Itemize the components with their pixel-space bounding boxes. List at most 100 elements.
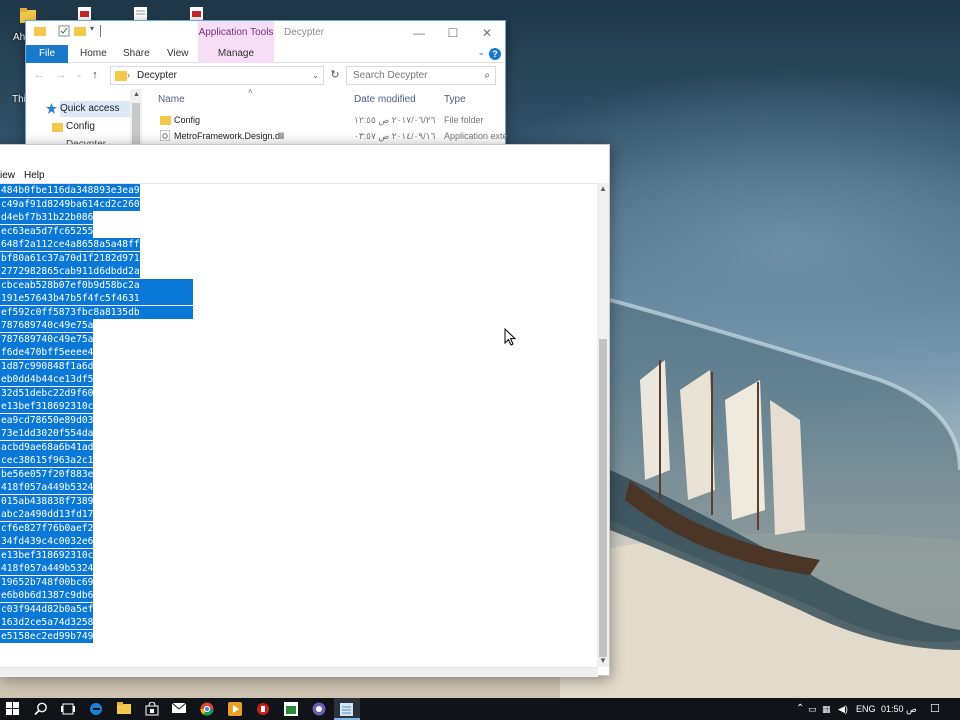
forward-arrow-icon[interactable]: →	[54, 68, 68, 82]
selected-text-line[interactable]: ef592c0ff5873fbc8a8135db	[0, 305, 193, 319]
properties-icon[interactable]	[58, 25, 70, 37]
selected-text-line[interactable]: cf6e827f76b0aef2	[0, 521, 94, 535]
app-circle-button[interactable]	[306, 698, 332, 720]
scroll-up-icon[interactable]: ▲	[133, 91, 140, 98]
desktop-icon-label[interactable]: Thi	[12, 94, 26, 105]
selected-text-line[interactable]: ec63ea5d7fc65255	[0, 224, 94, 238]
search-button[interactable]	[28, 698, 54, 720]
tab-share[interactable]: Share	[123, 45, 150, 63]
tab-file[interactable]: File	[26, 45, 68, 63]
selected-text-line[interactable]: 484b0fbe116da348893e3ea9	[0, 184, 140, 197]
search-input[interactable]: Search Decypter ⌕	[346, 66, 496, 85]
network-icon[interactable]: ▦	[822, 698, 831, 720]
selected-text-line[interactable]: d4ebf7b31b22b086	[0, 211, 94, 224]
menu-help[interactable]: Help	[24, 169, 45, 183]
chrome-icon	[200, 702, 214, 716]
menu-view[interactable]: iew	[0, 169, 15, 183]
scroll-up-icon[interactable]: ▲	[597, 183, 609, 195]
address-path[interactable]: Decypter	[137, 70, 177, 81]
column-type[interactable]: Type	[444, 92, 466, 108]
selected-text-line[interactable]: eb0dd4b44ce13df5	[0, 373, 94, 386]
media-player-icon	[228, 702, 242, 716]
store-button[interactable]	[139, 698, 165, 720]
selected-text-line[interactable]: ea9cd78650e89d03	[0, 413, 94, 427]
selected-text-line[interactable]: e6b0b6d1387c9db6	[0, 589, 94, 602]
explorer-title-bar[interactable]: ▾ Application Tools Decypter — ☐ ✕	[26, 21, 505, 45]
volume-icon[interactable]: ◀)	[838, 698, 848, 720]
desktop-icon-label[interactable]: Ah	[13, 32, 25, 43]
edge-browser-button[interactable]	[83, 698, 109, 720]
selected-text-line[interactable]: c49af91d8249ba614cd2c260	[0, 197, 140, 211]
vertical-scrollbar[interactable]: ▲ ▼	[597, 183, 609, 667]
tab-home[interactable]: Home	[80, 45, 107, 63]
notifications-icon[interactable]: ☐	[930, 698, 940, 720]
selected-text-line[interactable]: 015ab438838f7389	[0, 494, 94, 508]
selected-text-line[interactable]: 32d51debc22d9f60	[0, 386, 94, 400]
text-editor[interactable]: 484b0fbe116da348893e3ea9 c49af91d8249ba61…	[0, 183, 598, 667]
column-date-modified[interactable]: Date modified	[354, 92, 416, 108]
customize-toolbar-icon[interactable]: ▾	[90, 24, 94, 33]
search-icon[interactable]: ⌕	[484, 67, 490, 84]
column-name[interactable]: Name	[158, 92, 185, 108]
task-view-button[interactable]	[55, 698, 81, 720]
address-box[interactable]: › Decypter ⌄	[110, 66, 324, 85]
selected-text-line[interactable]: e13bef318692310c	[0, 400, 94, 413]
chrome-button[interactable]	[194, 698, 220, 720]
nav-quick-access[interactable]: Quick access	[60, 101, 132, 117]
up-arrow-icon[interactable]: ↑	[88, 68, 102, 82]
media-player-button[interactable]	[222, 698, 248, 720]
language-indicator[interactable]: ENG	[856, 698, 876, 720]
selected-text-line[interactable]: acbd9ae68a6b41ad	[0, 440, 94, 454]
new-folder-icon[interactable]	[74, 26, 86, 36]
notepad-title-bar[interactable]	[0, 145, 609, 169]
selected-text-line[interactable]: 34fd439c4c0032e6	[0, 535, 94, 548]
tab-view[interactable]: View	[167, 45, 189, 63]
notepad-window[interactable]: iew Help 484b0fbe116da348893e3ea9 c49af91…	[0, 144, 610, 677]
maximize-button[interactable]: ☐	[439, 23, 467, 43]
scroll-thumb[interactable]	[599, 339, 607, 657]
selected-text-line[interactable]: 2772982865cab911d6dbdd2a	[0, 265, 140, 278]
selected-text-line[interactable]: f6de470bff5eeee4	[0, 346, 94, 359]
tab-manage[interactable]: Manage	[198, 45, 274, 63]
selected-text-line[interactable]: c03f944d82b0a5ef	[0, 602, 94, 616]
horizontal-scrollbar[interactable]	[0, 667, 598, 677]
show-hidden-icons-icon[interactable]: ⌃	[796, 698, 804, 720]
file-name[interactable]: Config	[174, 113, 200, 127]
selected-text-line[interactable]: 1d87c990848f1a6d	[0, 359, 94, 373]
selected-text-line[interactable]: abc2a490dd13fd17	[0, 508, 94, 521]
close-button[interactable]: ✕	[473, 23, 501, 43]
selected-text-line[interactable]: 418f057a449b5324	[0, 562, 94, 575]
start-button[interactable]	[0, 698, 26, 720]
mail-button[interactable]	[166, 698, 192, 720]
selected-text-line[interactable]: 787689740c49e75a	[0, 332, 94, 346]
selected-text-line[interactable]: cec38615f963a2c1	[0, 454, 94, 467]
app-red-button[interactable]	[250, 698, 276, 720]
selected-text-line[interactable]: bf80a61c37a70d1f2182d971	[0, 251, 140, 265]
back-arrow-icon[interactable]: ←	[32, 68, 46, 82]
selected-text-line[interactable]: 787689740c49e75a	[0, 319, 94, 332]
file-explorer-button[interactable]	[111, 698, 137, 720]
file-name[interactable]: MetroFramework.Design.dll	[174, 129, 284, 143]
selected-text-line[interactable]: e5158ec2ed99b749	[0, 629, 94, 643]
minimize-button[interactable]: —	[405, 23, 433, 43]
expand-ribbon-icon[interactable]: ⌄	[477, 47, 485, 58]
selected-text-line[interactable]: 19652b748f00bc69	[0, 575, 94, 589]
address-dropdown-icon[interactable]: ⌄	[312, 67, 319, 84]
clock[interactable]: 01:50 ص	[881, 698, 917, 720]
selected-text-line[interactable]: 73e1dd3020f554da	[0, 427, 94, 440]
selected-text-line[interactable]: be56e057f20f883e	[0, 467, 94, 481]
refresh-icon[interactable]: ↻	[328, 68, 342, 82]
selected-text-line[interactable]: e13bef318692310c	[0, 548, 94, 562]
selected-text-line[interactable]: 648f2a112ce4a8658a5a48ff	[0, 238, 140, 251]
nav-config[interactable]: Config	[66, 119, 95, 135]
scroll-down-icon[interactable]: ▼	[597, 655, 609, 667]
app-window-button[interactable]	[278, 698, 304, 720]
notepad-taskbar-button[interactable]	[334, 698, 360, 720]
selected-text-line[interactable]: 163d2ce5a74d3258	[0, 616, 94, 629]
battery-icon[interactable]: ▭	[808, 698, 817, 720]
selected-text-line[interactable]: 191e57643b47b5f4fc5f4631	[0, 292, 193, 305]
selected-text-line[interactable]: 418f057a449b5324	[0, 481, 94, 494]
help-icon[interactable]: ?	[489, 48, 501, 60]
selected-text-line[interactable]: cbceab528b07ef0b9d58bc2a	[0, 278, 193, 292]
recent-locations-icon[interactable]: ⌄	[72, 68, 86, 82]
